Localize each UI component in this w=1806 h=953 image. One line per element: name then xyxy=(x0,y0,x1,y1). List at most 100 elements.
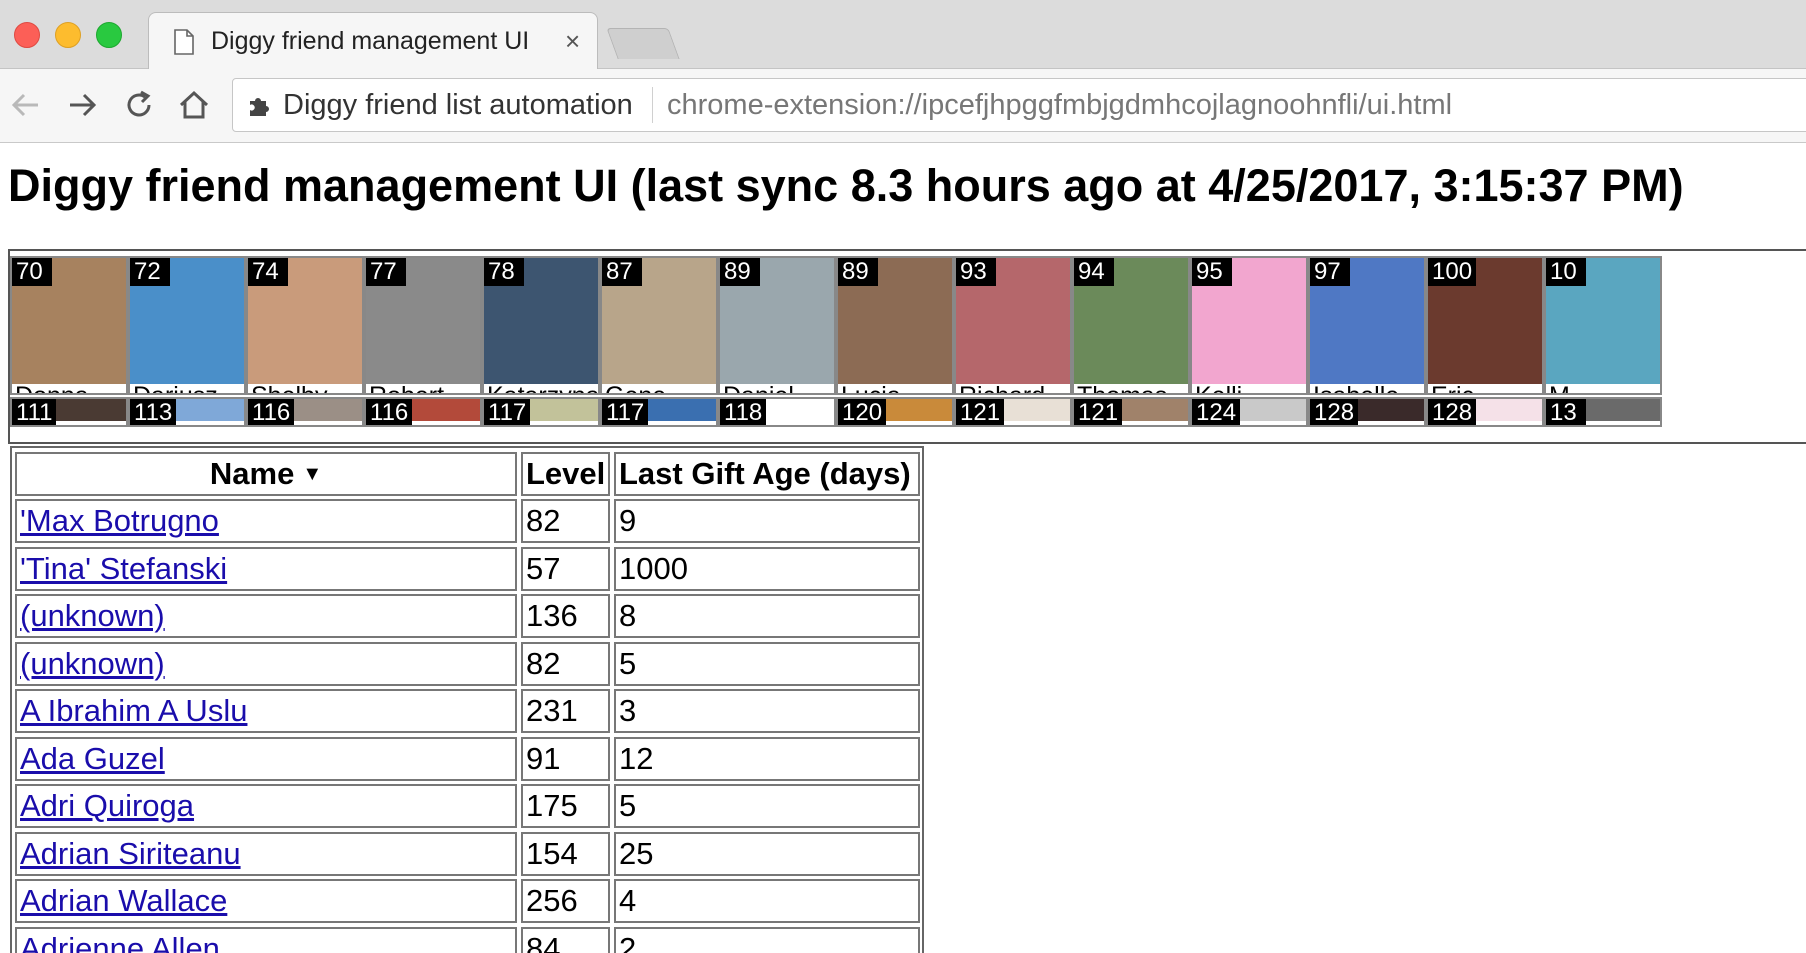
last-gift-age-cell: 9 xyxy=(614,499,920,543)
friend-card[interactable]: 100 Eric xyxy=(1426,256,1544,395)
friend-name-link[interactable]: Adrienne Allen xyxy=(20,931,220,953)
friend-name-cell: (unknown) xyxy=(15,641,517,686)
friends-table: Name ▼ Level Last Gift Age (days) 'Max Bo… xyxy=(10,446,924,953)
friend-level-badge: 70 xyxy=(12,258,52,286)
friend-card[interactable]: 111 xyxy=(10,397,128,427)
friend-name-link[interactable]: 'Max Botrugno xyxy=(20,503,219,538)
browser-tab-active[interactable]: Diggy friend management UI × xyxy=(148,12,598,69)
friend-card[interactable]: 120 xyxy=(836,397,954,427)
friend-card[interactable]: 89 Daniel xyxy=(718,256,836,395)
address-bar[interactable]: Diggy friend list automation chrome-exte… xyxy=(232,78,1806,132)
extension-name: Diggy friend list automation xyxy=(283,89,633,121)
friend-level-cell: 82 xyxy=(521,499,610,543)
friend-card[interactable]: 87 Gene xyxy=(600,256,718,395)
minimize-window-button[interactable] xyxy=(55,22,81,48)
reload-icon[interactable] xyxy=(121,87,157,123)
friend-level-badge: 128 xyxy=(1310,399,1359,425)
friend-level-badge: 97 xyxy=(1310,258,1350,286)
friend-card[interactable]: 121 xyxy=(1072,397,1190,427)
friend-level-cell: 57 xyxy=(521,546,610,591)
friend-name-link[interactable]: Adrian Wallace xyxy=(20,883,227,918)
column-header-level[interactable]: Level xyxy=(521,452,610,496)
friend-level-badge: 89 xyxy=(838,258,878,286)
friend-name-link[interactable]: 'Tina' Stefanski xyxy=(20,551,227,586)
column-header-last-gift-age[interactable]: Last Gift Age (days) xyxy=(614,452,920,496)
friend-card[interactable]: 124 xyxy=(1190,397,1308,427)
friend-level-cell: 82 xyxy=(521,641,610,686)
friend-level-badge: 113 xyxy=(130,399,177,425)
last-gift-age-cell: 5 xyxy=(614,641,920,686)
friend-card[interactable]: 13 xyxy=(1544,397,1662,427)
home-icon[interactable] xyxy=(176,87,212,123)
friend-level-badge: 95 xyxy=(1192,258,1232,286)
last-gift-age-cell: 2 xyxy=(614,926,920,953)
friend-card[interactable]: 93 Richard xyxy=(954,256,1072,395)
friend-name: Eric xyxy=(1431,382,1474,393)
friend-card[interactable]: 113 xyxy=(128,397,246,427)
friend-name-cell: Adrian Wallace xyxy=(15,879,517,923)
friend-name-link[interactable]: (unknown) xyxy=(20,646,165,681)
friend-name-link[interactable]: Ada Guzel xyxy=(20,741,165,776)
friend-name-cell: Adrienne Allen xyxy=(15,926,517,953)
friend-level-badge: 72 xyxy=(130,258,170,286)
friend-level-badge: 74 xyxy=(248,258,288,286)
friend-card[interactable]: 78 Katarzyna xyxy=(482,256,600,395)
maximize-window-button[interactable] xyxy=(96,22,122,48)
friend-level-badge: 124 xyxy=(1192,399,1241,425)
friend-card[interactable]: 121 xyxy=(954,397,1072,427)
friend-card[interactable]: 70 Donna xyxy=(10,256,128,395)
friend-card[interactable]: 116 xyxy=(246,397,364,427)
friend-card[interactable]: 117 xyxy=(600,397,718,427)
friend-name-cell: (unknown) xyxy=(15,594,517,638)
friend-card[interactable]: 118 xyxy=(718,397,836,427)
friend-card[interactable]: 128 xyxy=(1426,397,1544,427)
friend-card[interactable]: 10 M xyxy=(1544,256,1662,395)
friend-card[interactable]: 89 Lucia xyxy=(836,256,954,395)
url-text[interactable]: chrome-extension://ipcefjhpggfmbjgdmhcoj… xyxy=(667,89,1452,122)
friend-level-cell: 256 xyxy=(521,879,610,923)
page-icon xyxy=(174,29,194,55)
friend-card[interactable]: 77 Robert xyxy=(364,256,482,395)
friend-level-badge: 89 xyxy=(720,258,760,286)
friend-level-badge: 121 xyxy=(956,399,1005,425)
friend-level-cell: 136 xyxy=(521,594,610,638)
friend-level-badge: 117 xyxy=(602,399,649,425)
friend-name: Robert xyxy=(369,382,444,393)
back-arrow-icon[interactable] xyxy=(8,87,44,123)
friend-card[interactable]: 74 Shelby xyxy=(246,256,364,395)
friend-card[interactable]: 128 xyxy=(1308,397,1426,427)
friend-name-cell: 'Tina' Stefanski xyxy=(15,546,517,591)
friend-name: Gene xyxy=(605,382,666,393)
friend-card[interactable]: 95 Kelli xyxy=(1190,256,1308,395)
friend-name: Donna xyxy=(15,382,89,393)
friend-card[interactable]: 72 Dariusz xyxy=(128,256,246,395)
friend-card[interactable]: 117 xyxy=(482,397,600,427)
close-window-button[interactable] xyxy=(14,22,40,48)
friend-name: Lucia xyxy=(841,382,901,393)
friend-level-cell: 175 xyxy=(521,784,610,828)
friend-card[interactable]: 116 xyxy=(364,397,482,427)
friend-name-link[interactable]: Adrian Siriteanu xyxy=(20,836,241,871)
friend-level-badge: 117 xyxy=(484,399,531,425)
friend-card[interactable]: 94 Thomas xyxy=(1072,256,1190,395)
column-header-name[interactable]: Name ▼ xyxy=(15,452,517,496)
friend-name: Dariusz xyxy=(133,382,218,393)
forward-arrow-icon[interactable] xyxy=(64,87,100,123)
friend-level-badge: 121 xyxy=(1074,399,1123,425)
friend-name-link[interactable]: (unknown) xyxy=(20,598,165,633)
friend-name-cell: Adrian Siriteanu xyxy=(15,831,517,876)
tab-title: Diggy friend management UI xyxy=(211,27,530,55)
browser-tab-bar: Diggy friend management UI × xyxy=(0,0,1806,69)
last-gift-age-cell: 4 xyxy=(614,879,920,923)
friend-name: Isabelle xyxy=(1313,382,1399,393)
last-gift-age-cell: 25 xyxy=(614,831,920,876)
friend-name-cell: 'Max Botrugno xyxy=(15,499,517,543)
friend-name: Kelli xyxy=(1195,382,1242,393)
friend-avatar-strip: 70 Donna 72 Dariusz 74 Shelby 77 Robert 78 Katarz… xyxy=(8,249,1806,444)
friend-name-link[interactable]: A Ibrahim A Uslu xyxy=(20,693,247,728)
new-tab-button[interactable] xyxy=(606,28,680,59)
friend-level-badge: 78 xyxy=(484,258,524,286)
tab-close-icon[interactable]: × xyxy=(565,27,580,55)
friend-card[interactable]: 97 Isabelle xyxy=(1308,256,1426,395)
friend-name-link[interactable]: Adri Quiroga xyxy=(20,788,194,823)
